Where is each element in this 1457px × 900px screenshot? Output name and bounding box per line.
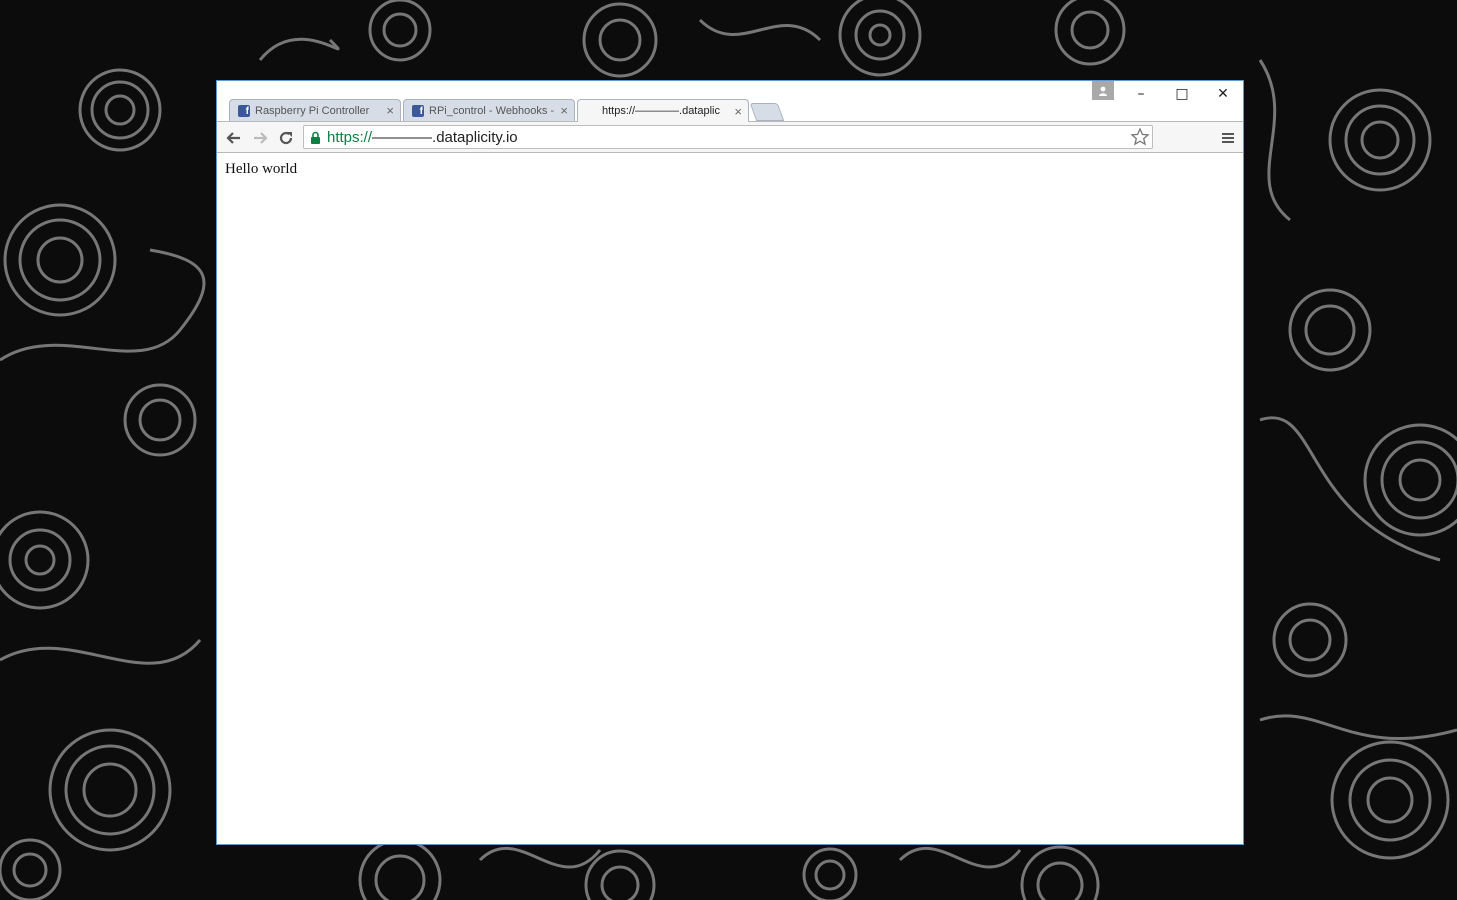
tab-close-icon[interactable]: × xyxy=(560,103,568,118)
tab-title: Raspberry Pi Controller xyxy=(255,104,370,117)
tab-close-icon[interactable]: × xyxy=(386,103,394,118)
url-text: https://————.dataplicity.io xyxy=(327,129,518,146)
tab-rpi-control-webhooks[interactable]: f RPi_control - Webhooks - × xyxy=(403,99,575,121)
back-arrow-icon xyxy=(226,132,240,144)
forward-arrow-icon xyxy=(254,132,268,144)
maximize-icon: □ xyxy=(1175,86,1189,102)
forward-button[interactable] xyxy=(249,127,271,149)
reload-icon xyxy=(279,131,293,145)
tab-title: https://————.dataplic xyxy=(602,105,720,117)
lock-icon xyxy=(310,131,321,144)
page-body-text: Hello world xyxy=(225,161,298,177)
tab-close-icon[interactable]: × xyxy=(734,104,742,119)
tab-raspberry-pi-controller[interactable]: f Raspberry Pi Controller × xyxy=(229,99,401,121)
reload-button[interactable] xyxy=(275,127,297,149)
page-content: Hello world xyxy=(217,153,1243,844)
maximize-button[interactable]: □ xyxy=(1161,81,1203,107)
close-window-button[interactable]: ✕ xyxy=(1202,81,1244,107)
minimize-icon: – xyxy=(1137,86,1145,102)
hamburger-menu-icon xyxy=(1222,133,1234,143)
tab-strip: f Raspberry Pi Controller × f RPi_contro… xyxy=(217,81,1243,122)
facebook-icon: f xyxy=(412,104,424,117)
url-scheme: https:// xyxy=(327,128,373,146)
facebook-icon: f xyxy=(238,104,250,117)
tab-title: RPi_control - Webhooks - xyxy=(429,104,555,117)
browser-window: f Raspberry Pi Controller × f RPi_contro… xyxy=(216,80,1244,845)
minimize-button[interactable]: – xyxy=(1120,81,1162,107)
person-icon xyxy=(1099,86,1107,96)
tab-dataplicity-active[interactable]: https://————.dataplic × xyxy=(577,99,749,122)
browser-menu-button[interactable] xyxy=(1217,127,1239,149)
profile-button[interactable] xyxy=(1092,81,1114,100)
new-tab-button[interactable] xyxy=(749,103,785,121)
close-icon: ✕ xyxy=(1217,86,1229,102)
back-button[interactable] xyxy=(223,127,245,149)
browser-toolbar: https://————.dataplicity.io xyxy=(217,121,1243,153)
url-host: ————.dataplicity.io xyxy=(372,128,518,146)
star-icon xyxy=(1130,127,1150,146)
address-bar[interactable]: https://————.dataplicity.io xyxy=(303,125,1153,149)
bookmark-star-button[interactable] xyxy=(1130,127,1150,151)
